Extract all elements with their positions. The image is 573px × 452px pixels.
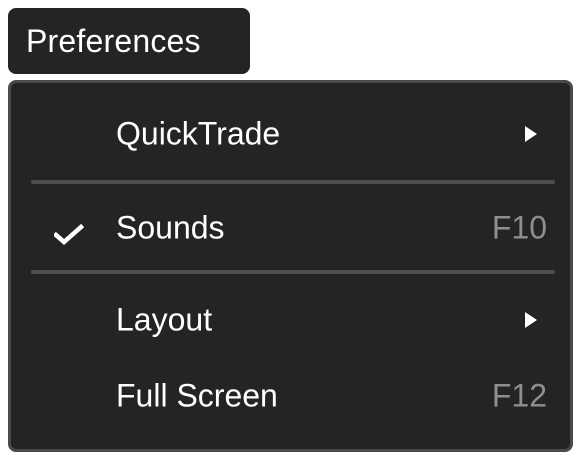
checkmark-icon bbox=[52, 217, 85, 245]
menu-item-sounds[interactable]: Sounds F10 bbox=[11, 198, 573, 258]
menu-separator bbox=[31, 270, 555, 274]
shortcut-label: F10 bbox=[491, 209, 547, 246]
menu-item-layout[interactable]: Layout bbox=[11, 290, 573, 350]
menu-item-label: Full Screen bbox=[116, 377, 278, 414]
preferences-menu-label: Preferences bbox=[26, 23, 201, 59]
submenu-arrow-icon bbox=[525, 126, 537, 142]
preferences-menu-button[interactable]: Preferences bbox=[8, 8, 250, 74]
menu-item-label: Layout bbox=[116, 301, 213, 338]
shortcut-label: F12 bbox=[491, 377, 547, 414]
menu-separator bbox=[31, 180, 555, 184]
menu-item-label: QuickTrade bbox=[116, 115, 281, 152]
menu-item-full-screen[interactable]: Full Screen F12 bbox=[11, 366, 573, 426]
menu-item-label: Sounds bbox=[116, 209, 225, 246]
menu-item-quicktrade[interactable]: QuickTrade bbox=[11, 104, 573, 164]
preferences-dropdown-menu: QuickTrade Sounds F10 Layout Full Screen… bbox=[8, 80, 573, 452]
submenu-arrow-icon bbox=[525, 312, 537, 328]
